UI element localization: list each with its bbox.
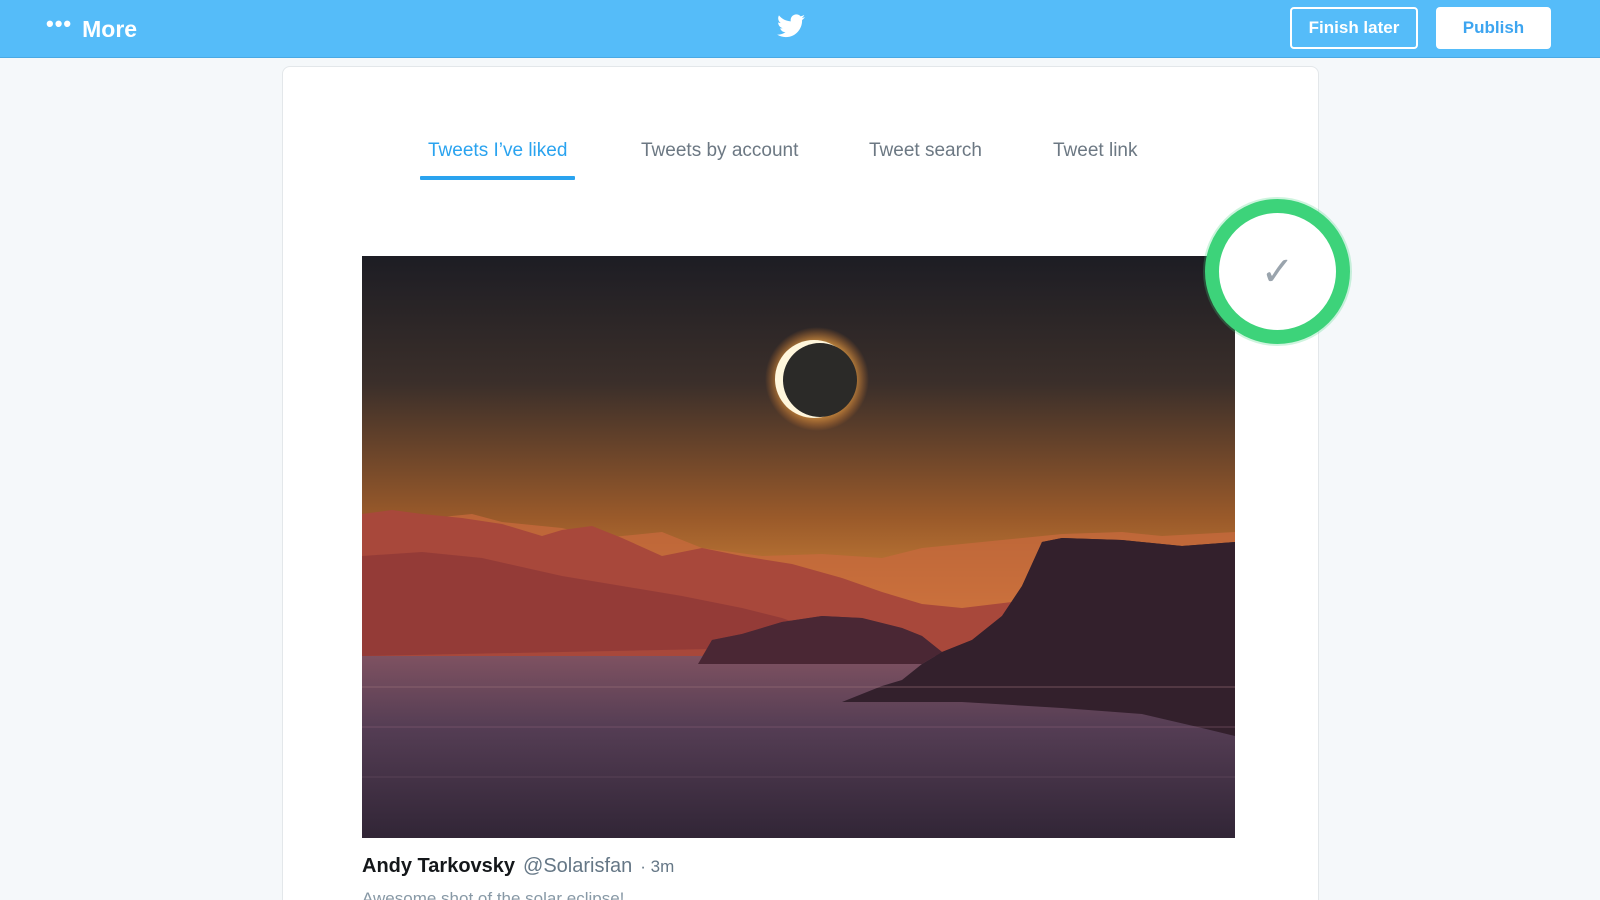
tab-tweet-search[interactable]: Tweet search bbox=[861, 136, 990, 180]
checkmark-icon: ✓ bbox=[1260, 248, 1295, 295]
tweet-meta: Andy Tarkovsky @Solarisfan · 3m bbox=[362, 855, 674, 885]
tab-tweets-liked[interactable]: Tweets I’ve liked bbox=[420, 136, 576, 180]
twitter-bird-icon bbox=[777, 14, 805, 38]
author-handle[interactable]: @Solarisfan bbox=[523, 855, 632, 878]
tweet-text: Awesome shot of the solar eclipse! bbox=[362, 889, 625, 900]
eclipse-photo bbox=[362, 256, 1235, 838]
tab-label: Tweet search bbox=[869, 140, 982, 161]
ellipsis-icon: ••• bbox=[46, 11, 73, 36]
author-name[interactable]: Andy Tarkovsky bbox=[362, 855, 515, 878]
tab-tweet-link[interactable]: Tweet link bbox=[1045, 136, 1145, 180]
tweet-image[interactable] bbox=[362, 256, 1235, 838]
tab-label: Tweets I’ve liked bbox=[428, 140, 568, 161]
tweet-time: · 3m bbox=[640, 857, 675, 876]
publish-button[interactable]: Publish bbox=[1436, 7, 1551, 49]
top-bar: ••• More Finish later Publish bbox=[0, 0, 1600, 58]
tab-label: Tweet link bbox=[1053, 140, 1138, 161]
more-label: More bbox=[82, 15, 138, 42]
tab-label: Tweets by account bbox=[641, 140, 799, 161]
selected-toggle[interactable]: ✓ bbox=[1205, 199, 1350, 344]
tab-tweets-by-account[interactable]: Tweets by account bbox=[633, 136, 806, 180]
more-menu-button[interactable]: ••• More bbox=[46, 11, 138, 44]
finish-later-button[interactable]: Finish later bbox=[1290, 7, 1418, 49]
